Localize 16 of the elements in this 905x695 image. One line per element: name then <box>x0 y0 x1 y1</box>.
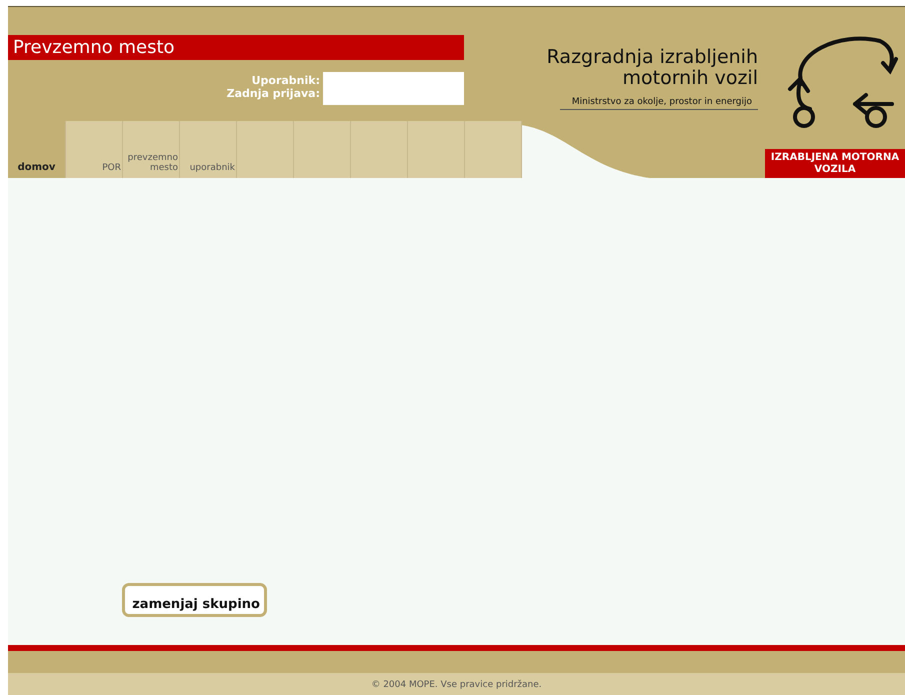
nav-cell <box>294 121 351 178</box>
nav-cell <box>465 121 522 178</box>
copyright-text: © 2004 MOPE. Vse pravice pridržane. <box>8 673 905 695</box>
user-info-label: Zadnja prijava: <box>226 87 320 100</box>
nav-tab[interactable]: uporabnik <box>180 121 237 178</box>
nav-tab[interactable]: POR <box>66 121 123 178</box>
ministry-subtitle: Ministrstvo za okolje, prostor in energijo <box>560 97 758 110</box>
nav-cell <box>408 121 465 178</box>
page-title: Prevzemno mesto <box>8 35 464 60</box>
user-info-label: Uporabnik: <box>252 74 320 87</box>
nav-cell <box>351 121 408 178</box>
change-group-button[interactable]: zamenjaj skupino <box>122 583 267 617</box>
nav-cell <box>237 121 294 178</box>
site-title: Razgradnja izrabljenih motornih vozil <box>546 47 758 89</box>
site-badge: IZRABLJENA MOTORNA VOZILA <box>765 149 905 178</box>
nav-tab[interactable]: prevzemno mesto <box>123 121 180 178</box>
